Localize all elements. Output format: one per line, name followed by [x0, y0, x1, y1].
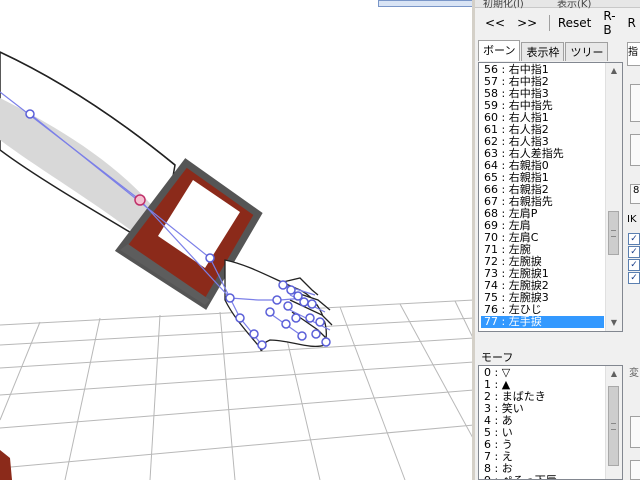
- side-box-upper[interactable]: [630, 84, 640, 122]
- tab-tree[interactable]: ツリー: [565, 42, 609, 61]
- bone-tabs: ボーン 表示枠 ツリー: [478, 40, 609, 61]
- lower-label: 変: [629, 368, 639, 379]
- bone-list[interactable]: 56 : 右中指1 57 : 右中指2 58 : 右中指3 59 : 右中指先 60 :…: [478, 62, 623, 332]
- tab-bone[interactable]: ボーン: [478, 40, 521, 61]
- side-box-lower[interactable]: [630, 416, 640, 448]
- scroll-down-icon[interactable]: ▼: [606, 315, 622, 331]
- floor-grid: [0, 299, 474, 480]
- r-button[interactable]: R: [624, 16, 640, 30]
- rb-button[interactable]: R-B: [599, 9, 619, 37]
- reset-button[interactable]: Reset: [554, 16, 596, 30]
- list-item[interactable]: 77 : 左手捩: [481, 316, 604, 328]
- list-item[interactable]: 9 : ぺろっ下唇: [481, 475, 604, 480]
- 3d-viewport[interactable]: [0, 0, 474, 480]
- ik-label: IK: [627, 214, 637, 225]
- model-scene: [0, 51, 474, 480]
- bone-list-items: 56 : 右中指1 57 : 右中指2 58 : 右中指3 59 : 右中指先 60 :…: [481, 64, 604, 328]
- scroll-up-icon[interactable]: ▲: [606, 63, 622, 79]
- ik-checkbox[interactable]: ✓: [628, 272, 640, 284]
- morph-list-scrollbar[interactable]: ▲: [605, 366, 622, 479]
- nav-separator: [549, 15, 550, 31]
- side-panel-partial: 指 8 IK ✓ ✓ ✓ ✓: [625, 40, 640, 480]
- prev-frame-button[interactable]: <<: [481, 16, 509, 30]
- next-frame-button[interactable]: >>: [513, 16, 541, 30]
- side-button[interactable]: 8: [630, 184, 640, 204]
- scroll-up-icon[interactable]: ▲: [606, 366, 622, 382]
- morph-section-title: モーフ: [481, 351, 514, 364]
- scroll-thumb[interactable]: [608, 211, 619, 255]
- side-tab[interactable]: 指: [627, 42, 640, 66]
- selected-bone-joint[interactable]: [134, 194, 146, 206]
- view-menu-label[interactable]: 表示(K): [557, 0, 591, 10]
- ik-checkbox[interactable]: ✓: [628, 259, 640, 271]
- ground-marker: [0, 450, 12, 480]
- scroll-thumb[interactable]: [608, 386, 619, 466]
- frame-nav: << >> Reset R-B R: [481, 9, 640, 37]
- morph-list-items: 0 : ▽ 1 : ▲ 2 : まばたき 3 : 笑い 4 : あ5 : い6 : う7…: [481, 367, 604, 480]
- bone-list-scrollbar[interactable]: ▲ ▼: [605, 63, 622, 331]
- control-panel: 初期化(I) 表示(K) << >> Reset R-B R ボーン 表示枠 ツ…: [475, 0, 640, 480]
- side-box-middle[interactable]: [630, 134, 640, 166]
- init-menu-label[interactable]: 初期化(I): [483, 0, 524, 10]
- menu-strip: 初期化(I) 表示(K): [475, 0, 640, 10]
- tab-display-frame[interactable]: 表示枠: [521, 42, 565, 61]
- ik-checkbox[interactable]: ✓: [628, 233, 640, 245]
- side-box-bottom[interactable]: [630, 460, 640, 480]
- ik-checkbox[interactable]: ✓: [628, 246, 640, 258]
- viewport-toolbar[interactable]: [378, 0, 474, 7]
- morph-list[interactable]: 0 : ▽ 1 : ▲ 2 : まばたき 3 : 笑い 4 : あ5 : い6 : う7…: [478, 365, 623, 480]
